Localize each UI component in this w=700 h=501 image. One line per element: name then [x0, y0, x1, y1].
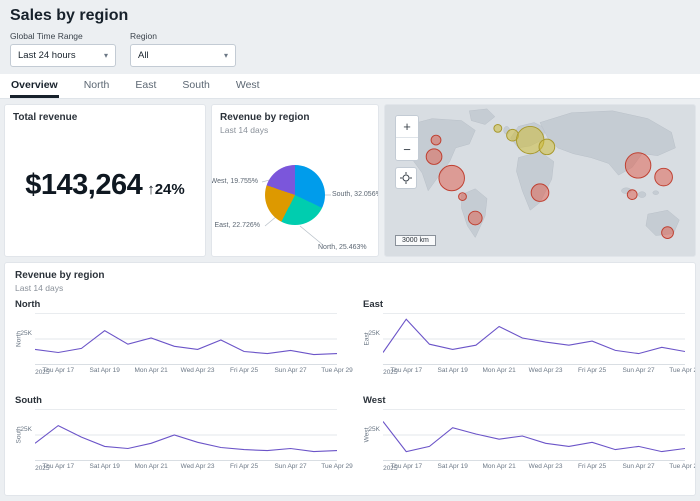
- region-value: All: [138, 50, 149, 61]
- chart-title: South: [15, 395, 337, 406]
- tab-south[interactable]: South: [181, 74, 210, 98]
- tab-bar: Overview North East South West: [0, 74, 700, 99]
- x-axis-ticks: Thu Apr 172025Sat Apr 19Mon Apr 21Wed Ap…: [383, 365, 685, 383]
- panel-subtitle: Last 14 days: [15, 283, 685, 293]
- chart-title: North: [15, 299, 337, 310]
- chart-title: East: [363, 299, 685, 310]
- pie-label-south: South, 32.056%: [332, 191, 379, 198]
- zoom-control: + −: [395, 115, 419, 161]
- x-axis-ticks: Thu Apr 172025Sat Apr 19Mon Apr 21Wed Ap…: [35, 461, 337, 479]
- line-plot: [35, 409, 337, 461]
- tab-west[interactable]: West: [235, 74, 261, 98]
- region-dropdown[interactable]: All ▾: [130, 44, 236, 67]
- time-range-dropdown[interactable]: Last 24 hours ▾: [10, 44, 116, 67]
- trend-up-icon: ↑: [147, 181, 155, 198]
- plot-area: Thu Apr 172025Sat Apr 19Mon Apr 21Wed Ap…: [383, 409, 685, 479]
- section-header: Revenue by region Last 14 days: [15, 270, 685, 293]
- revenue-by-region-pie-panel: Revenue by region Last 14 days West, 19.…: [211, 104, 379, 257]
- y-axis: West 25K: [363, 409, 383, 461]
- reset-view-button[interactable]: [395, 167, 417, 189]
- plot-area: Thu Apr 172025Sat Apr 19Mon Apr 21Wed Ap…: [35, 313, 337, 383]
- panel-subtitle: Last 14 days: [220, 125, 370, 135]
- y-axis: North 25K: [15, 313, 35, 365]
- tab-north[interactable]: North: [83, 74, 111, 98]
- plot-area: Thu Apr 172025Sat Apr 19Mon Apr 21Wed Ap…: [35, 409, 337, 479]
- y-axis-tick: 25K: [20, 426, 32, 433]
- sales-map-panel: + − 3000 km: [384, 104, 696, 257]
- pie-label-north: North, 25.463%: [318, 244, 367, 251]
- plot-area: Thu Apr 172025Sat Apr 19Mon Apr 21Wed Ap…: [383, 313, 685, 383]
- map-scale: 3000 km: [395, 235, 436, 246]
- panel-title: Total revenue: [13, 112, 197, 123]
- top-panel-row: Total revenue $143,264 ↑24% Revenue by r…: [4, 104, 696, 257]
- pie-chart[interactable]: [265, 165, 325, 225]
- trend-indicator: ↑24%: [147, 181, 185, 198]
- y-axis: East 25K: [363, 313, 383, 365]
- trend-value: 24%: [155, 181, 185, 198]
- crosshair-icon: [400, 172, 412, 184]
- line-plot: [35, 313, 337, 365]
- revenue-by-region-trellis-panel: Revenue by region Last 14 days North Nor…: [4, 262, 696, 496]
- page-title: Sales by region: [10, 7, 690, 25]
- map-controls: + −: [395, 115, 419, 189]
- x-axis-ticks: Thu Apr 172025Sat Apr 19Mon Apr 21Wed Ap…: [35, 365, 337, 383]
- filter-bar: Global Time Range Last 24 hours ▾ Region…: [10, 31, 690, 67]
- pie-chart-area: West, 19.755% South, 32.056% East, 22.72…: [220, 138, 370, 256]
- line-plot: [383, 313, 685, 365]
- panel-title: Revenue by region: [15, 270, 685, 281]
- line-chart-north: North North 25K Thu Apr 172025Sat Apr 19…: [15, 299, 337, 383]
- total-revenue-value: $143,264: [25, 169, 142, 202]
- time-range-value: Last 24 hours: [18, 50, 76, 61]
- single-value: $143,264 ↑24%: [13, 169, 197, 202]
- region-filter: Region All ▾: [130, 31, 236, 67]
- y-axis-tick: 25K: [368, 426, 380, 433]
- topbar: Sales by region Global Time Range Last 2…: [0, 0, 700, 67]
- chart-title: West: [363, 395, 685, 406]
- line-chart-east: East East 25K Thu Apr 172025Sat Apr 19Mo…: [363, 299, 685, 383]
- zoom-in-button[interactable]: +: [396, 116, 418, 138]
- pie-label-west: West, 19.755%: [211, 178, 258, 185]
- world-map[interactable]: [385, 105, 695, 256]
- panel-title: Revenue by region: [220, 112, 370, 123]
- time-range-label: Global Time Range: [10, 31, 116, 41]
- y-axis: South 25K: [15, 409, 35, 461]
- y-axis-tick: 25K: [368, 330, 380, 337]
- region-label: Region: [130, 31, 236, 41]
- line-chart-west: West West 25K Thu Apr 172025Sat Apr 19Mo…: [363, 395, 685, 479]
- x-axis-ticks: Thu Apr 172025Sat Apr 19Mon Apr 21Wed Ap…: [383, 461, 685, 479]
- zoom-out-button[interactable]: −: [396, 138, 418, 160]
- line-charts-grid: North North 25K Thu Apr 172025Sat Apr 19…: [15, 299, 685, 479]
- y-axis-tick: 25K: [20, 330, 32, 337]
- tab-east[interactable]: East: [134, 74, 157, 98]
- chevron-down-icon: ▾: [104, 51, 108, 60]
- global-time-range-filter: Global Time Range Last 24 hours ▾: [10, 31, 116, 67]
- chevron-down-icon: ▾: [224, 51, 228, 60]
- tab-overview[interactable]: Overview: [10, 74, 59, 98]
- line-chart-south: South South 25K Thu Apr 172025Sat Apr 19…: [15, 395, 337, 479]
- total-revenue-panel: Total revenue $143,264 ↑24%: [4, 104, 206, 257]
- line-plot: [383, 409, 685, 461]
- pie-label-east: East, 22.726%: [214, 222, 260, 229]
